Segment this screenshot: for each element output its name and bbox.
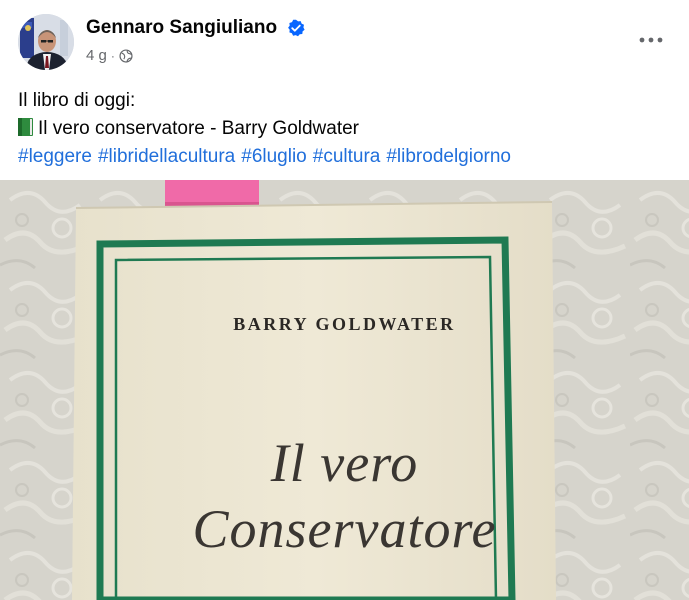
post-timestamp[interactable]: 4 g [86, 47, 107, 64]
more-options-button[interactable] [633, 22, 669, 58]
hashtag-link[interactable]: #leggere [18, 146, 92, 167]
book-title-line2: Conservatore [192, 499, 497, 559]
post-text-line2: Il vero conservatore - Barry Goldwater [18, 115, 517, 143]
green-book-icon [18, 118, 33, 136]
book-author-text: BARRY GOLDWATER [233, 314, 456, 334]
more-options-icon [639, 37, 663, 43]
hashtag-link[interactable]: #6luglio [241, 146, 307, 167]
hashtag-link[interactable]: #cultura [313, 146, 381, 167]
meta-separator: · [110, 48, 115, 63]
hashtag-link[interactable]: #libridellacultura [98, 146, 235, 167]
author-photo [18, 14, 74, 70]
hashtag-link[interactable]: #librodelgiorno [386, 146, 511, 167]
post-photo[interactable]: BARRY GOLDWATER Il vero Conservatore [0, 180, 689, 600]
post-text: Il libro di oggi: Il vero conservatore -… [18, 87, 517, 171]
book-title-line1: Il vero [270, 433, 419, 493]
post-meta: 4 g · [86, 47, 133, 64]
verified-badge-icon [288, 19, 305, 37]
facebook-post: Gennaro Sangiuliano 4 g · Il libro di og… [0, 0, 689, 600]
globe-icon[interactable] [119, 48, 133, 63]
author-name[interactable]: Gennaro Sangiuliano [86, 17, 277, 39]
book-mention: Il vero conservatore - Barry Goldwater [38, 118, 360, 139]
post-text-line1: Il libro di oggi: [18, 90, 136, 111]
hashtag-list: #leggere #libridellacultura #6luglio #cultu… [18, 143, 517, 171]
author-avatar[interactable] [18, 14, 74, 70]
